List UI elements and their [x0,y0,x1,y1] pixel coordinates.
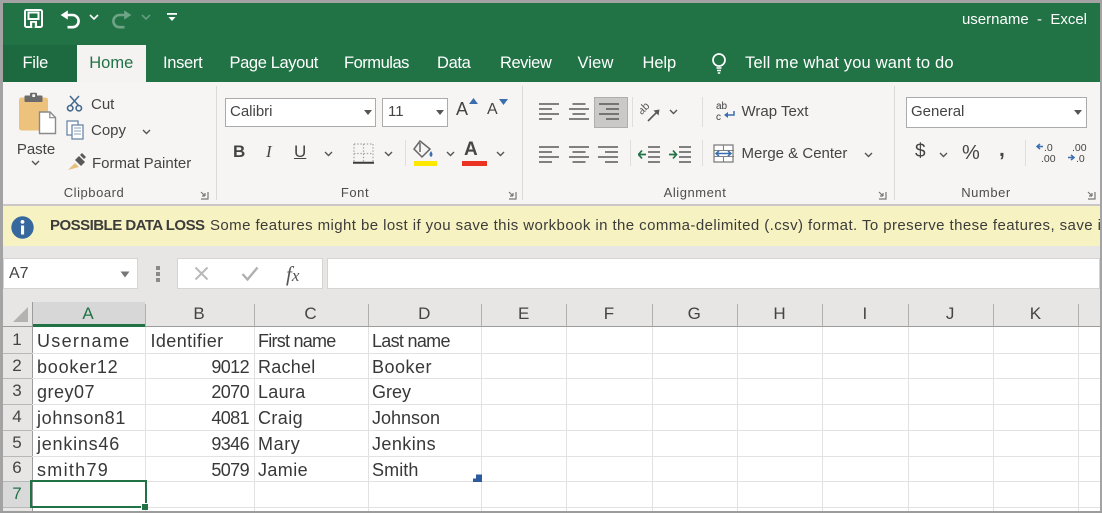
svg-text:c: c [716,112,721,122]
svg-text:.00: .00 [1041,153,1056,164]
svg-text:ab: ab [716,101,728,112]
svg-text:ab: ab [640,100,652,117]
svg-text:.0: .0 [1076,153,1085,164]
